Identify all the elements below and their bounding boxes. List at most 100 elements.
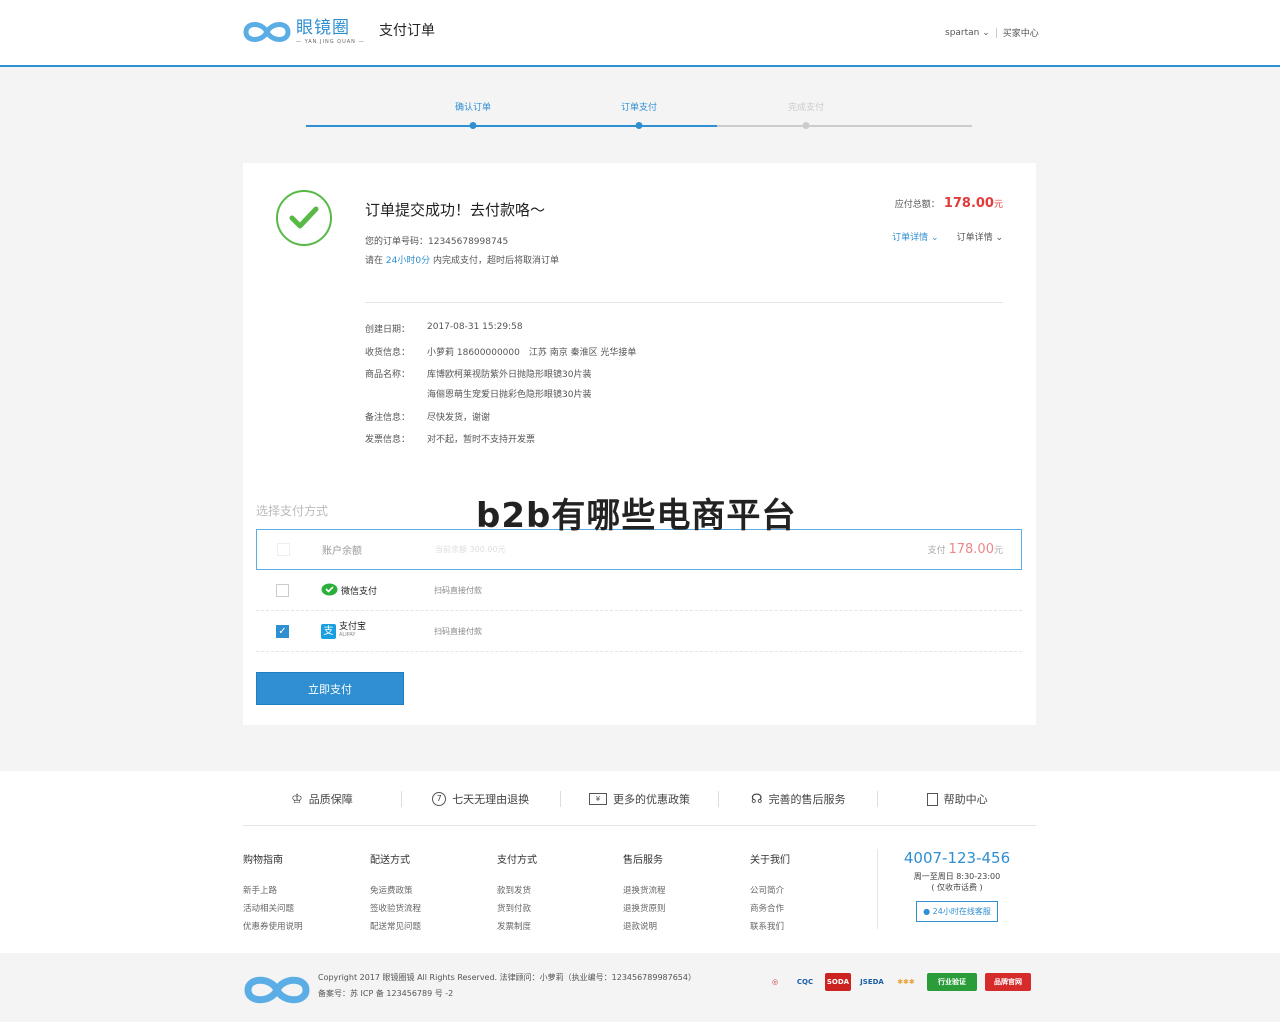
balance-desc: 当前余额 300.00元 [435, 545, 506, 554]
info-key: 发票信息： [365, 435, 411, 445]
footer-link[interactable]: 公司简介 [750, 884, 860, 902]
info-row-product-2: 海俪恩萌生宠爱日抛彩色隐形眼镜30片装 [365, 387, 591, 400]
info-key [365, 387, 427, 400]
footer-link[interactable]: 联系我们 [750, 920, 860, 938]
promise-seven-day[interactable]: 7 七天无理由退换 [402, 791, 561, 807]
cert-badge-people[interactable]: ✱✱✱ [893, 973, 919, 991]
icp-line: 备案号：苏 ICP 备 123456789 号 -2 [318, 989, 454, 998]
online-service-button[interactable]: ● 24小时在线客服 [916, 901, 998, 922]
cert-badge-soda[interactable]: SODA [825, 973, 851, 991]
service-promises: ♔ 品质保障 7 七天无理由退换 ¥ 更多的优惠政策 ☊ 完善的售后服务 帮助中心 [243, 789, 1036, 809]
wechat-icon [321, 583, 338, 596]
cert-badge-logo[interactable]: ◎ [765, 973, 785, 991]
footer-link[interactable]: 活动相关问题 [243, 902, 353, 920]
progress-line-todo [717, 125, 972, 127]
total-amount-block: 应付总额： 178.00 元 [895, 196, 1003, 211]
pay-amount-value: 178.00 [948, 542, 994, 557]
promise-help[interactable]: 帮助中心 [878, 791, 1036, 807]
info-key: 备注信息： [365, 413, 411, 423]
footer-link[interactable]: 免运费政策 [370, 884, 480, 902]
footer-link[interactable]: 退换货原则 [623, 902, 733, 920]
step-confirm-label: 确认订单 [454, 103, 492, 113]
footer-link[interactable]: 货到付款 [497, 902, 607, 920]
step-pay-label: 订单支付 [620, 103, 658, 113]
footer-link[interactable]: 配送常见问题 [370, 920, 480, 938]
info-row-created: 创建日期： 2017-08-31 15:29:58 [365, 322, 523, 335]
cert-badge-jseda[interactable]: JSEDA [859, 973, 885, 991]
order-success-title: 订单提交成功！去付款咯～ [365, 201, 546, 219]
alipay-brand: 支 支付宝 ALIPAY [321, 623, 366, 639]
pay-option-wechat[interactable]: 微信支付 扫码直接付款 [256, 570, 1022, 611]
footer-link[interactable]: 退款说明 [623, 920, 733, 938]
order-detail-link-1-label: 订单详情 [892, 233, 929, 243]
info-row-invoice: 发票信息： 对不起，暂时不支持开发票 [365, 432, 535, 445]
info-row-note: 备注信息： 尽快发货，谢谢 [365, 410, 490, 423]
promise-quality[interactable]: ♔ 品质保障 [243, 791, 402, 807]
footer-col-title: 售后服务 [623, 855, 663, 866]
cert-badge-cqc[interactable]: CQC [793, 973, 817, 991]
wechat-brand: 微信支付 [321, 583, 377, 597]
total-unit: 元 [993, 200, 1003, 210]
alipay-sublabel: ALIPAY [339, 632, 356, 638]
step-complete-dot [802, 122, 810, 129]
footer-link[interactable]: 签收验货流程 [370, 902, 480, 920]
infinity-logo-icon [243, 22, 291, 42]
balance-pay-amount: 支付 178.00元 [928, 542, 1003, 557]
wechat-checkbox[interactable] [276, 583, 289, 597]
order-detail-link-1[interactable]: 订单详情 ⌄ [892, 230, 938, 243]
order-detail-link-2-label: 订单详情 [956, 233, 993, 243]
alipay-desc: 扫码直接付款 [434, 626, 482, 636]
promise-after-sale[interactable]: ☊ 完善的售后服务 [719, 791, 879, 807]
footer-link[interactable]: 发票制度 [497, 920, 607, 938]
site-logo[interactable]: 眼镜圈 — YAN JING QUAN — [242, 16, 365, 48]
promise-label: 帮助中心 [943, 793, 988, 806]
footer-link[interactable]: 优惠券使用说明 [243, 920, 353, 938]
alipay-label: 支付宝 [339, 622, 367, 632]
balance-checkbox[interactable] [277, 543, 290, 556]
buyer-center-link[interactable]: 买家中心 [1003, 26, 1039, 39]
total-amount: 178.00 [943, 196, 994, 211]
copyright-bar: Copyright 2017 眼镜圈镜 All Rights Reserved.… [0, 953, 1280, 1022]
chevron-down-icon: ⌄ [931, 233, 939, 243]
order-detail-link-2[interactable]: 订单详情 ⌄ [957, 230, 1003, 243]
footer-col-about: 关于我们 公司简介 商务合作 联系我们 [750, 851, 860, 938]
promise-label: 完善的售后服务 [768, 793, 846, 806]
wechat-desc: 扫码直接付款 [434, 585, 482, 595]
step-pay-dot [635, 122, 643, 129]
info-row-shipping: 收货信息： 小萝莉 18600000000 江苏 南京 秦淮区 光华接单 [365, 345, 636, 358]
cert-badge-industry[interactable]: 行业验证 [927, 973, 977, 991]
cert-badge-official[interactable]: 品牌官网 [985, 973, 1031, 991]
info-value: 对不起，暂时不支持开发票 [427, 435, 536, 445]
step-confirm-dot [469, 122, 477, 129]
detail-links: 订单详情 ⌄ 订单详情 ⌄ [892, 230, 1003, 243]
divider [995, 27, 997, 38]
footer-link[interactable]: 新手上路 [243, 884, 353, 902]
pay-now-button[interactable]: 立即支付 [256, 672, 404, 705]
pay-option-alipay[interactable]: ✓ 支 支付宝 ALIPAY 扫码直接付款 [256, 611, 1022, 652]
alipay-checkbox[interactable]: ✓ [276, 624, 289, 638]
info-row-product: 商品名称： 库博欧柯莱视防紫外日抛隐形眼镜30片装 [365, 367, 591, 380]
info-value: 库博欧柯莱视防紫外日抛隐形眼镜30片装 [427, 370, 592, 380]
hotline-number: 4007-123-456 [903, 849, 1011, 867]
crown-icon: ♔ [291, 791, 303, 807]
payment-section-title: 选择支付方式 [256, 504, 329, 518]
success-check-icon [276, 190, 332, 246]
info-value: 海俪恩萌生宠爱日抛彩色隐形眼镜30片装 [427, 390, 592, 400]
info-key: 商品名称： [365, 370, 411, 380]
info-key: 创建日期： [365, 325, 411, 335]
footer-link[interactable]: 退换货流程 [623, 884, 733, 902]
username-dropdown[interactable]: spartan ⌄ [945, 28, 990, 38]
watermark-text: b2b有哪些电商平台 [476, 496, 797, 536]
balance-label: 账户余额 [322, 546, 362, 557]
pay-label: 支付 [927, 546, 946, 556]
footer-link[interactable]: 款到发货 [497, 884, 607, 902]
progress-line-done [306, 125, 717, 127]
promise-label: 七天无理由退换 [452, 793, 530, 806]
logo-subtext: — YAN JING QUAN — [296, 39, 365, 45]
certification-badges: ◎ CQC SODA JSEDA ✱✱✱ 行业验证 品牌官网 [765, 973, 1031, 991]
deadline-prefix: 请在 [365, 256, 384, 266]
footer-link[interactable]: 商务合作 [750, 902, 860, 920]
service-hours: 周一至周日 8:30-23:00 ( 仅收市话费 ) [878, 871, 1036, 893]
promise-discount[interactable]: ¥ 更多的优惠政策 [561, 791, 720, 807]
service-hours-1: 周一至周日 8:30-23:00 [913, 872, 1001, 881]
